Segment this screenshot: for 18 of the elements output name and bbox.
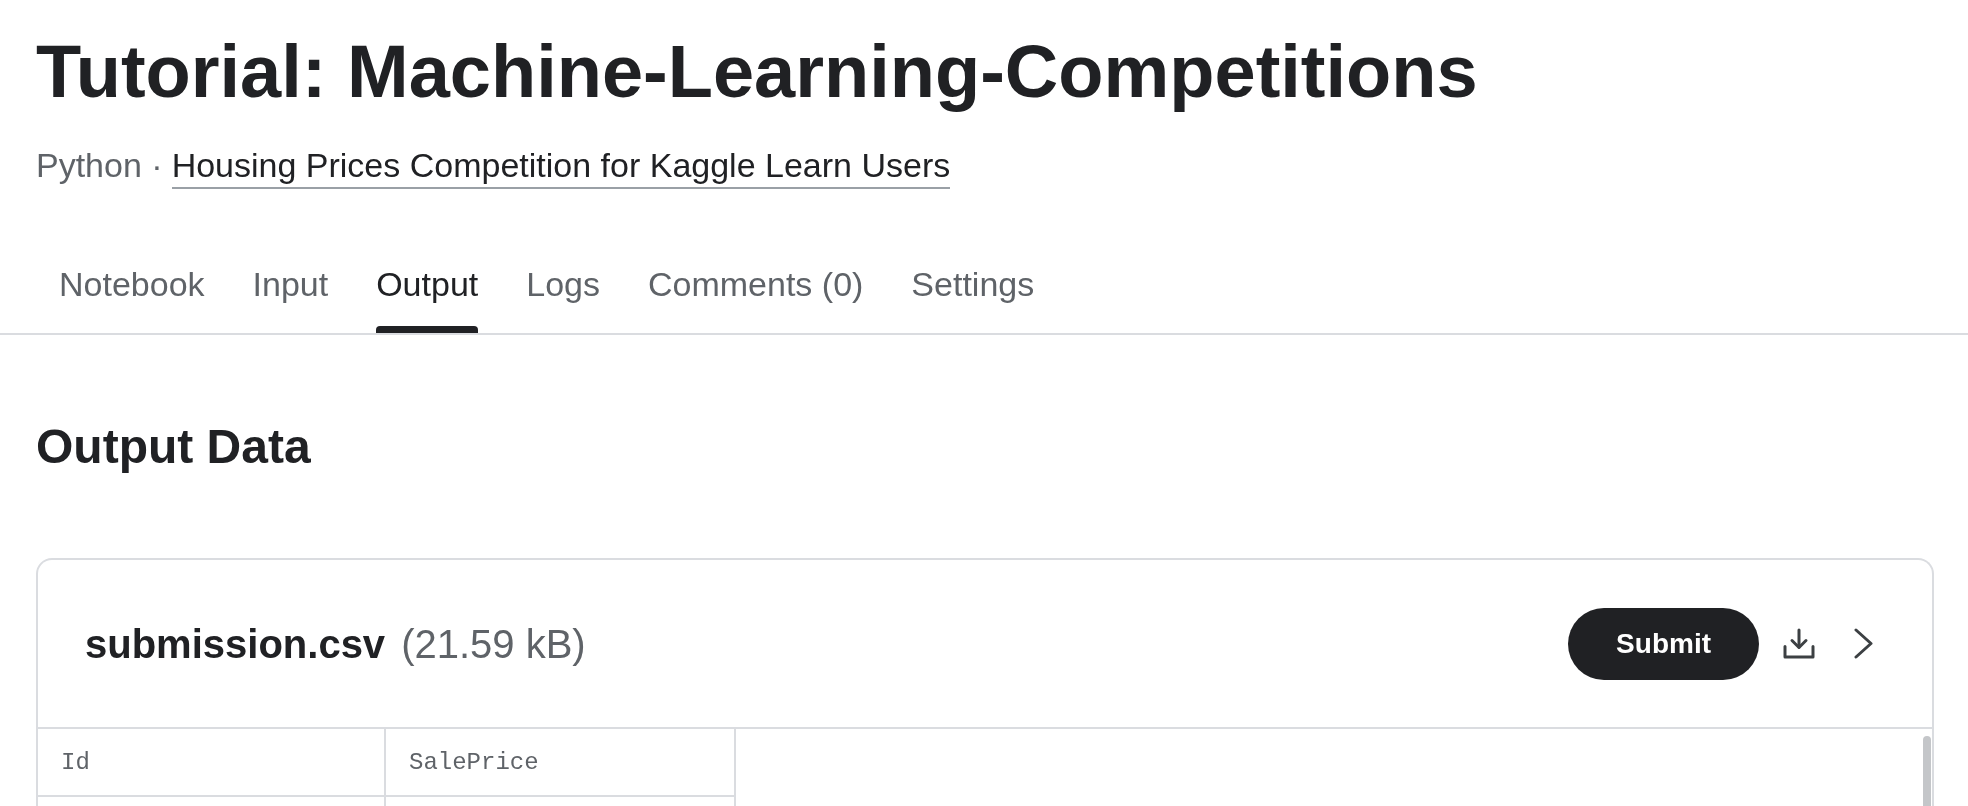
tab[interactable]: Output: [376, 264, 479, 333]
tab[interactable]: Notebook: [59, 264, 205, 333]
language-label: Python ·: [36, 145, 163, 186]
scrollbar-thumb[interactable]: [1923, 736, 1931, 806]
tab[interactable]: Logs: [526, 264, 600, 333]
section-heading: Output Data: [36, 419, 311, 475]
file-size: (21.59 kB): [401, 620, 586, 668]
column-header: Id: [38, 729, 386, 797]
tab[interactable]: Settings: [911, 264, 1035, 333]
notebook-title: Tutorial: Machine-Learning-Competitions: [36, 29, 1478, 115]
download-icon[interactable]: [1783, 628, 1815, 659]
competition-link[interactable]: Housing Prices Competition for Kaggle Learn Users: [171, 143, 951, 189]
tab[interactable]: Comments (0): [648, 264, 864, 333]
tab[interactable]: Input: [252, 264, 329, 333]
chevron-right-icon[interactable]: [1854, 628, 1873, 659]
submit-button[interactable]: Submit: [1568, 607, 1759, 680]
file-name: submission.csv: [85, 620, 386, 668]
column-header: SalePrice: [386, 729, 736, 797]
